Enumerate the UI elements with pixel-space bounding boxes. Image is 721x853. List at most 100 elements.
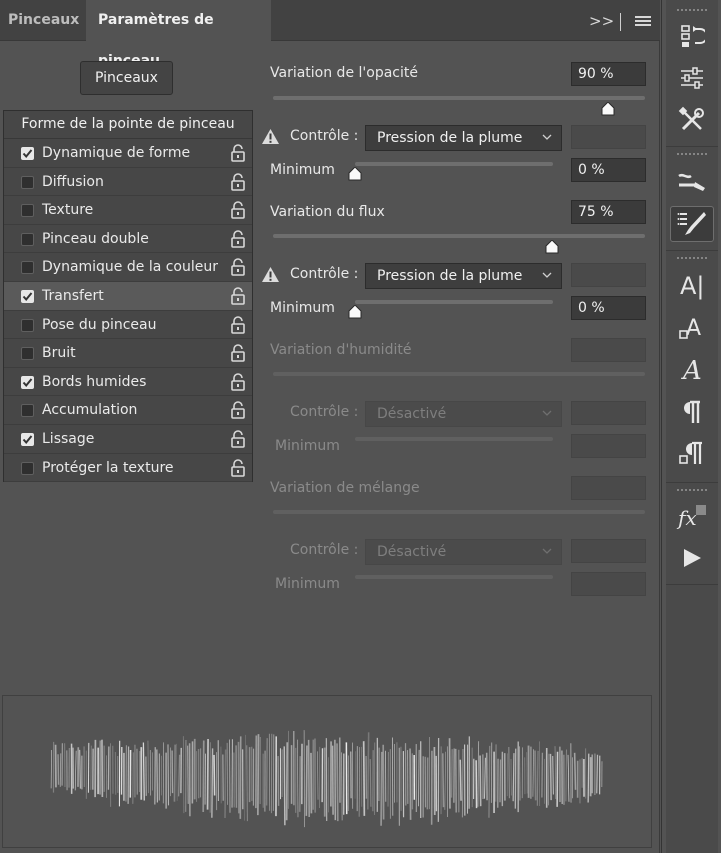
- brush-option-row[interactable]: Dynamique de la couleur: [4, 253, 252, 282]
- flow-minimum-field[interactable]: 0 %: [571, 296, 646, 320]
- strip-grip[interactable]: [676, 8, 708, 12]
- brush-option-row[interactable]: Lissage: [4, 425, 252, 454]
- opacity-jitter-slider[interactable]: [273, 96, 645, 100]
- strip-grip[interactable]: [676, 256, 708, 260]
- opacity-minimum-field[interactable]: 0 %: [571, 158, 646, 182]
- history-icon[interactable]: [674, 20, 710, 52]
- lock-icon[interactable]: [230, 201, 246, 219]
- bristle-streak: [596, 754, 599, 794]
- adjustments-icon[interactable]: [674, 62, 710, 94]
- brush-option-row[interactable]: Protéger la texture: [4, 454, 252, 483]
- lock-icon[interactable]: [230, 229, 246, 248]
- actions-play-icon[interactable]: [674, 542, 710, 574]
- mix-control-select: Désactivé: [365, 539, 562, 565]
- bristle-streak: [494, 744, 497, 802]
- strip-divider: [666, 250, 718, 251]
- flow-control-select[interactable]: Pression de la plume: [365, 263, 562, 289]
- brush-option-row[interactable]: Texture: [4, 196, 252, 225]
- brushes-button[interactable]: Pinceaux: [80, 61, 173, 95]
- lock-icon[interactable]: [230, 458, 246, 477]
- lock-icon[interactable]: [230, 172, 246, 191]
- brush-option-row[interactable]: Bords humides: [4, 368, 252, 397]
- lock-icon[interactable]: [230, 372, 246, 391]
- bristle-streak: [532, 749, 534, 797]
- tools-icon[interactable]: [674, 104, 710, 136]
- flow-minimum-slider-thumb[interactable]: [348, 305, 362, 319]
- character-styles-icon[interactable]: A: [674, 312, 710, 344]
- lock-icon[interactable]: [230, 344, 246, 362]
- flow-jitter-slider[interactable]: [273, 234, 645, 238]
- bristle-streak: [257, 734, 260, 816]
- lock-icon[interactable]: [230, 144, 246, 162]
- bristle-streak: [369, 759, 372, 807]
- wetness-jitter-label: Variation d'humidité: [270, 342, 412, 358]
- checkbox[interactable]: [21, 432, 34, 446]
- brush-option-row[interactable]: Accumulation: [4, 396, 252, 425]
- strip-grip[interactable]: [676, 488, 708, 492]
- bristle-streak: [573, 752, 577, 790]
- panel-menu-icon[interactable]: [635, 16, 651, 28]
- bristle-streak: [182, 736, 185, 814]
- paragraph-icon[interactable]: [674, 396, 710, 428]
- tab-parametres-de-pinceau[interactable]: Paramètres de pinceau: [86, 0, 271, 69]
- checkbox[interactable]: [21, 261, 34, 275]
- styles-fx-icon[interactable]: fx: [674, 502, 710, 534]
- flow-jitter-field[interactable]: 75 %: [571, 200, 646, 224]
- brush-tip-shape-item[interactable]: Forme de la pointe de pinceau: [4, 111, 252, 139]
- brush-option-row[interactable]: Bruit: [4, 339, 252, 368]
- bristle-streak: [176, 743, 178, 801]
- strip-grip[interactable]: [676, 152, 708, 156]
- flow-jitter-slider-thumb[interactable]: [545, 240, 559, 254]
- opacity-jitter-slider-thumb[interactable]: [601, 102, 615, 116]
- bristle-streak: [202, 740, 205, 812]
- opacity-minimum-slider[interactable]: [355, 162, 553, 166]
- opacity-minimum-slider-thumb[interactable]: [348, 167, 362, 181]
- brush-option-row[interactable]: Dynamique de forme: [4, 139, 252, 168]
- tab-pinceaux[interactable]: Pinceaux: [0, 0, 84, 41]
- brush-option-label: Transfert: [42, 287, 104, 304]
- bristle-streak: [484, 757, 486, 799]
- mix-control-label: Contrôle :: [290, 542, 359, 558]
- bristle-streak: [541, 752, 544, 798]
- lock-icon[interactable]: [230, 315, 246, 334]
- row-divider: [4, 481, 252, 483]
- expand-panel-icon[interactable]: >>: [589, 12, 614, 30]
- checkbox[interactable]: [21, 204, 34, 218]
- bristle-streak: [479, 755, 482, 807]
- bristle-streak: [142, 742, 145, 801]
- checkbox[interactable]: [21, 375, 34, 389]
- opacity-control-select[interactable]: Pression de la plume: [365, 125, 562, 151]
- lock-icon[interactable]: [230, 430, 246, 448]
- bristle-streak: [173, 744, 176, 802]
- checkbox[interactable]: [21, 461, 34, 475]
- brush-settings-icon[interactable]: [670, 206, 714, 242]
- checkbox[interactable]: [21, 318, 34, 332]
- lock-icon[interactable]: [230, 287, 246, 305]
- checkbox[interactable]: [21, 289, 34, 303]
- checkbox[interactable]: [21, 404, 34, 418]
- chevron-down-icon: [542, 410, 552, 416]
- character-icon[interactable]: A|: [674, 270, 710, 302]
- tab-divider: [620, 13, 621, 31]
- flow-minimum-slider[interactable]: [355, 300, 553, 304]
- opacity-jitter-label: Variation de l'opacité: [270, 65, 418, 81]
- checkbox[interactable]: [21, 175, 34, 189]
- opacity-jitter-field[interactable]: 90 %: [571, 62, 646, 86]
- lock-icon[interactable]: [230, 258, 246, 277]
- strip-divider: [666, 146, 718, 147]
- bristle-streak: [79, 749, 81, 789]
- brush-option-row[interactable]: Diffusion: [4, 168, 252, 197]
- paragraph-styles-icon[interactable]: [674, 438, 710, 470]
- brush-option-row[interactable]: Transfert: [4, 281, 252, 311]
- checkbox[interactable]: [21, 147, 34, 160]
- brush-presets-icon[interactable]: [674, 166, 710, 198]
- lock-icon[interactable]: [230, 401, 246, 420]
- brush-option-row[interactable]: Pinceau double: [4, 225, 252, 254]
- bristle-streak: [549, 753, 552, 801]
- brush-option-row[interactable]: Pose du pinceau: [4, 311, 252, 340]
- bristle-streak: [536, 750, 539, 806]
- mix-jitter-label: Variation de mélange: [270, 480, 420, 496]
- checkbox[interactable]: [21, 347, 34, 361]
- glyphs-icon[interactable]: A: [674, 354, 710, 386]
- checkbox[interactable]: [21, 232, 34, 246]
